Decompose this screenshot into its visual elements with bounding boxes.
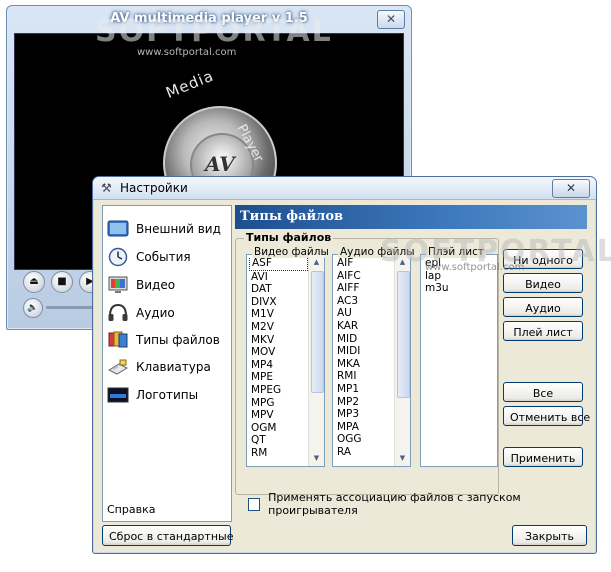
monitor-icon <box>107 275 129 295</box>
scroll-down-icon[interactable]: ▼ <box>310 452 323 465</box>
help-link[interactable]: Справка <box>107 503 155 516</box>
list-item[interactable]: MOV <box>249 346 308 359</box>
list-item[interactable]: MPG <box>249 397 308 410</box>
scroll-thumb[interactable] <box>311 271 324 393</box>
list-item[interactable]: AIFF <box>335 282 394 295</box>
list-item[interactable]: OGM <box>249 422 308 435</box>
nav-item-audio[interactable]: Аудио <box>107 301 227 325</box>
scroll-down-icon[interactable]: ▼ <box>396 452 409 465</box>
close-button[interactable]: Закрыть <box>512 525 587 546</box>
playlist-files-list[interactable]: Плэй лист epl lap m3u <box>420 246 498 467</box>
list-item[interactable]: AIF <box>335 257 394 270</box>
nav-item-events[interactable]: События <box>107 245 227 269</box>
nav-label: Видео <box>136 278 176 292</box>
list-item[interactable]: MPA <box>335 421 394 434</box>
list-item[interactable]: ASF <box>249 257 308 271</box>
list-item[interactable]: MP2 <box>335 396 394 409</box>
list-item[interactable]: M2V <box>249 321 308 334</box>
audio-files-items: AIF AIFC AIFF AC3 AU KAR MID MIDI MKA RMI MP1 MP2 MP… <box>335 257 394 464</box>
nav-label: Типы файлов <box>136 333 220 347</box>
list-item[interactable]: MPV <box>249 409 308 422</box>
player-close-button[interactable]: ✕ <box>377 10 405 29</box>
select-all-button[interactable]: Все <box>503 382 583 402</box>
audio-files-list[interactable]: Аудио файлы AIF AIFC AIFF AC3 AU KAR MID MIDI MK… <box>332 246 417 467</box>
scroll-up-icon[interactable]: ▲ <box>396 256 409 269</box>
associate-on-start-label: Применять ассоциацию файлов с запуском п… <box>268 491 521 517</box>
list-item[interactable]: AVI <box>249 271 308 284</box>
list-item[interactable]: MP4 <box>249 359 308 372</box>
list-item[interactable]: MKV <box>249 334 308 347</box>
nav-label: Аудио <box>136 306 175 320</box>
tools-icon: ⚒ <box>101 181 112 195</box>
list-item[interactable]: AIFC <box>335 270 394 283</box>
list-item[interactable]: epl <box>423 257 495 270</box>
nav-item-keyboard[interactable]: Клавиатура <box>107 355 227 379</box>
associate-on-start-option[interactable]: Применять ассоциацию файлов с запуском п… <box>248 491 587 517</box>
keyboard-icon <box>107 357 129 377</box>
list-item[interactable]: MID <box>335 333 394 346</box>
appearance-icon <box>107 219 129 239</box>
list-item[interactable]: MIDI <box>335 345 394 358</box>
list-item[interactable]: MP3 <box>335 408 394 421</box>
speaker-icon[interactable]: 🔈 <box>23 298 43 318</box>
nav-label: События <box>136 250 191 264</box>
list-item[interactable]: MKA <box>335 358 394 371</box>
stop-icon[interactable]: ■ <box>51 271 73 293</box>
dialog-title: Настройки <box>120 181 188 195</box>
scroll-thumb[interactable] <box>397 271 410 398</box>
select-none-button[interactable]: Ни одного <box>503 249 583 269</box>
playlist-files-items: epl lap m3u <box>423 257 495 464</box>
list-item[interactable]: RA <box>335 446 394 459</box>
nav-item-file-types[interactable]: Типы файлов <box>107 328 227 352</box>
list-item[interactable]: MP1 <box>335 383 394 396</box>
headphones-icon <box>107 303 129 323</box>
list-item[interactable]: AC3 <box>335 295 394 308</box>
nav-item-appearance[interactable]: Внешний вид <box>107 217 227 241</box>
select-playlist-button[interactable]: Плей лист <box>503 321 583 341</box>
apply-button[interactable]: Применить <box>503 447 583 467</box>
file-types-page: Типы файлов Типы файлов Видео файлы ASF A… <box>235 205 590 520</box>
logo-icon <box>107 385 129 405</box>
nav-item-logos[interactable]: Логотипы <box>107 383 227 407</box>
list-item[interactable]: QT <box>249 434 308 447</box>
nav-label: Клавиатура <box>136 360 211 374</box>
player-title: AV multimedia player v 1.5 <box>110 11 308 26</box>
associate-on-start-checkbox[interactable] <box>248 497 261 511</box>
audio-files-scrollbar[interactable]: ▲ ▼ <box>394 255 410 466</box>
nav-label: Логотипы <box>136 388 199 402</box>
scroll-up-icon[interactable]: ▲ <box>310 256 323 269</box>
settings-nav: Внешний вид События Видео Аудио Типы фай… <box>102 205 232 522</box>
nav-label: Внешний вид <box>136 222 221 236</box>
reset-defaults-button[interactable]: Сброс в стандартные <box>102 525 233 546</box>
list-item[interactable]: DAT <box>249 283 308 296</box>
group-label: Типы файлов <box>244 231 334 244</box>
list-item[interactable]: AU <box>335 307 394 320</box>
list-item[interactable]: MPEG <box>249 384 308 397</box>
logo-av-text: AV <box>205 152 235 176</box>
clock-icon <box>107 247 129 267</box>
video-files-list[interactable]: Видео файлы ASF AVI DAT DIVX M1V M2V MKV MOV MP4… <box>246 246 331 467</box>
logo-media-text: Media <box>163 66 217 102</box>
list-item[interactable]: MPE <box>249 371 308 384</box>
video-files-items: ASF AVI DAT DIVX M1V M2V MKV MOV MP4 MPE MPEG MPG MP… <box>249 257 308 464</box>
list-item[interactable]: KAR <box>335 320 394 333</box>
select-audio-button[interactable]: Аудио <box>503 297 583 317</box>
nav-item-video[interactable]: Видео <box>107 273 227 297</box>
file-types-icon <box>107 330 129 350</box>
select-video-button[interactable]: Видео <box>503 273 583 293</box>
page-header: Типы файлов <box>235 205 587 229</box>
video-files-scrollbar[interactable]: ▲ ▼ <box>308 255 324 466</box>
cancel-all-button[interactable]: Отменить все <box>503 406 590 426</box>
list-item[interactable]: RMI <box>335 370 394 383</box>
settings-dialog: ⚒ Настройки ✕ Внешний вид События Видео <box>92 176 597 554</box>
dialog-close-button[interactable]: ✕ <box>552 179 590 198</box>
list-item[interactable]: OGG <box>335 433 394 446</box>
dialog-titlebar[interactable]: ⚒ Настройки ✕ <box>93 177 596 200</box>
eject-icon[interactable]: ⏏ <box>23 271 45 293</box>
list-item[interactable]: m3u <box>423 282 495 295</box>
list-item[interactable]: RM <box>249 447 308 460</box>
list-item[interactable]: DIVX <box>249 296 308 309</box>
list-item[interactable]: M1V <box>249 308 308 321</box>
list-item[interactable]: lap <box>423 270 495 283</box>
